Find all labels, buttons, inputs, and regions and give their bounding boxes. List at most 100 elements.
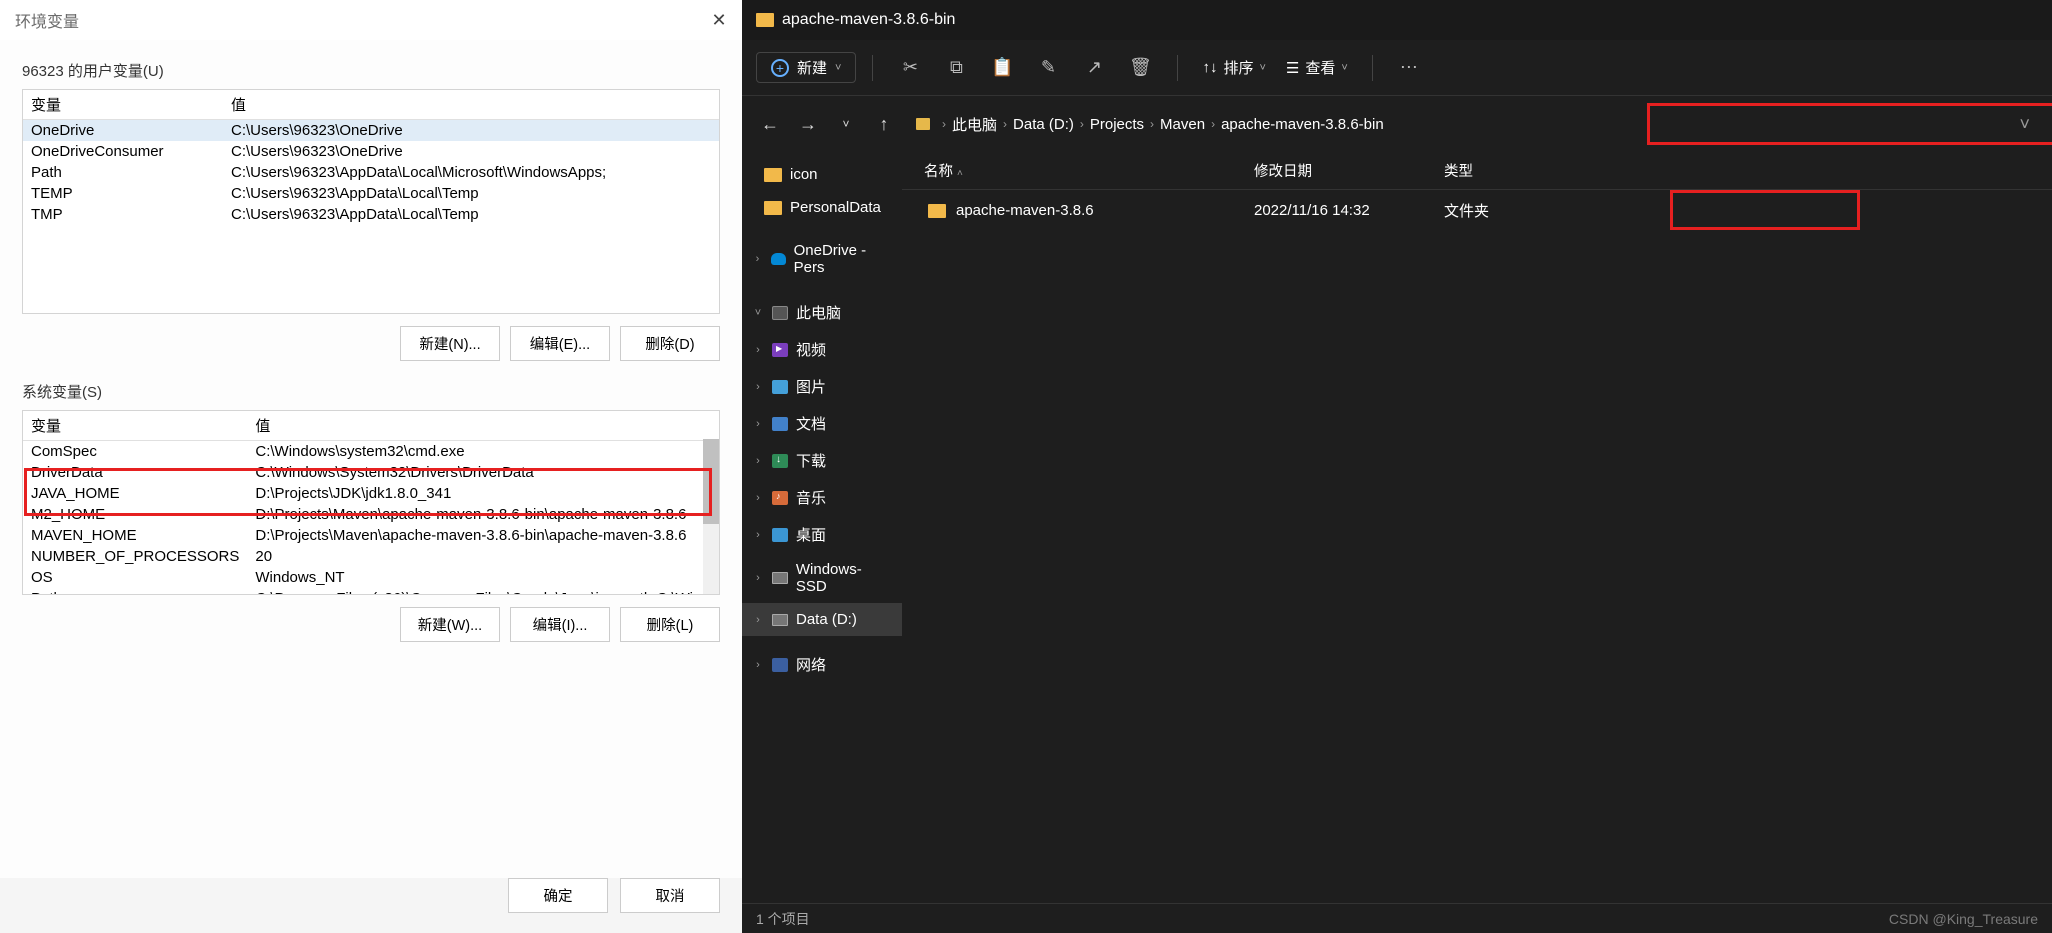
table-row[interactable]: DriverDataC:\Windows\System32\Drivers\Dr… [23, 462, 719, 483]
table-row[interactable]: OneDriveConsumerC:\Users\96323\OneDrive [23, 141, 719, 162]
col-header-date[interactable]: 修改日期 [1236, 160, 1426, 181]
edit-user-var-button[interactable]: 编辑(E)... [510, 326, 610, 361]
dialog-body: 96323 的用户变量(U) 变量 值 OneDriveC:\Users\963… [0, 40, 742, 878]
sidebar-item-thispc[interactable]: ˅此电脑 [742, 294, 902, 331]
sidebar-item-pictures[interactable]: ›图片 [742, 368, 902, 405]
table-row[interactable]: PathC:\Users\96323\AppData\Local\Microso… [23, 162, 719, 183]
breadcrumb-item[interactable]: Projects [1090, 116, 1144, 133]
status-bar: 1 个项目 [742, 903, 2052, 933]
table-row[interactable]: MAVEN_HOMED:\Projects\Maven\apache-maven… [23, 525, 719, 546]
sidebar-item-documents[interactable]: ›文档 [742, 405, 902, 442]
sidebar-item-network[interactable]: ›网络 [742, 646, 902, 683]
sidebar-item-downloads[interactable]: ›下载 [742, 442, 902, 479]
network-icon [772, 658, 788, 672]
window-title: apache-maven-3.8.6-bin [782, 11, 955, 29]
scrollbar-track[interactable] [703, 439, 719, 594]
up-icon[interactable]: ↑ [868, 108, 900, 140]
table-row[interactable]: TMPC:\Users\96323\AppData\Local\Temp [23, 204, 719, 225]
breadcrumb[interactable]: › 此电脑 › Data (D:) › Projects › Maven › a… [906, 106, 2040, 142]
delete-sys-var-button[interactable]: 删除(L) [620, 607, 720, 642]
col-header-name[interactable]: 变量 [23, 90, 223, 120]
system-variables-table[interactable]: 变量 值 ComSpecC:\Windows\system32\cmd.exe … [23, 411, 719, 595]
col-header-name[interactable]: 变量 [23, 411, 247, 441]
file-explorer: apache-maven-3.8.6-bin + 新建 ˅ ✂ ⧉ 📋 ✎ ↗ … [742, 0, 2052, 933]
sidebar-item-personaldata[interactable]: PersonalData [742, 191, 902, 224]
close-icon[interactable]: ✕ [696, 0, 742, 40]
chevron-down-icon: ˅ [1259, 62, 1265, 74]
sort-button[interactable]: ↑↓ 排序 ˅ [1194, 53, 1273, 82]
ok-button[interactable]: 确定 [508, 878, 608, 913]
explorer-navbar: ← → ˅ ↑ › 此电脑 › Data (D:) › Projects › M… [742, 96, 2052, 152]
new-button[interactable]: + 新建 ˅ [756, 52, 856, 83]
breadcrumb-item[interactable]: apache-maven-3.8.6-bin [1221, 116, 1384, 133]
sidebar-item-ssd[interactable]: ›Windows-SSD [742, 553, 902, 603]
edit-sys-var-button[interactable]: 编辑(I)... [510, 607, 610, 642]
new-sys-var-button[interactable]: 新建(W)... [400, 607, 500, 642]
system-variables-table-wrap: 变量 值 ComSpecC:\Windows\system32\cmd.exe … [22, 410, 720, 595]
sidebar-item-music[interactable]: ›音乐 [742, 479, 902, 516]
drive-icon [772, 614, 788, 626]
breadcrumb-item[interactable]: 此电脑 [952, 114, 997, 135]
file-list-header: 名称˄ 修改日期 类型 [902, 152, 2052, 190]
table-row[interactable]: ComSpecC:\Windows\system32\cmd.exe [23, 441, 719, 463]
divider [872, 55, 873, 81]
chevron-right-icon: › [1211, 117, 1215, 131]
pictures-icon [772, 380, 788, 394]
cancel-button[interactable]: 取消 [620, 878, 720, 913]
table-row[interactable]: M2_HOMED:\Projects\Maven\apache-maven-3.… [23, 504, 719, 525]
table-row[interactable]: JAVA_HOMED:\Projects\JDK\jdk1.8.0_341 [23, 483, 719, 504]
folder-icon [764, 201, 782, 215]
back-icon[interactable]: ← [754, 108, 786, 140]
system-buttons-row: 新建(W)... 编辑(I)... 删除(L) [22, 607, 720, 642]
dialog-footer: 确定 取消 [0, 878, 742, 933]
sidebar-item-data[interactable]: ›Data (D:) [742, 603, 902, 636]
view-icon: ☰ [1286, 59, 1299, 77]
copy-icon[interactable]: ⧉ [935, 50, 977, 86]
delete-user-var-button[interactable]: 删除(D) [620, 326, 720, 361]
new-user-var-button[interactable]: 新建(N)... [400, 326, 500, 361]
table-row[interactable]: NUMBER_OF_PROCESSORS20 [23, 546, 719, 567]
share-icon[interactable]: ↗ [1073, 50, 1115, 86]
system-variables-label: 系统变量(S) [22, 381, 720, 402]
rename-icon[interactable]: ✎ [1027, 50, 1069, 86]
download-icon [772, 454, 788, 468]
drive-icon [772, 572, 788, 584]
chevron-right-icon: › [752, 418, 764, 430]
user-variables-table[interactable]: 变量 值 OneDriveC:\Users\96323\OneDrive One… [23, 90, 719, 225]
scrollbar-thumb[interactable] [703, 439, 719, 524]
explorer-titlebar: apache-maven-3.8.6-bin [742, 0, 2052, 40]
dialog-titlebar: 环境变量 ✕ [0, 0, 742, 40]
file-row[interactable]: apache-maven-3.8.6 2022/11/16 14:32 文件夹 [902, 190, 2052, 231]
breadcrumb-item[interactable]: Data (D:) [1013, 116, 1074, 133]
view-button[interactable]: ☰ 查看 ˅ [1278, 53, 1356, 82]
table-row[interactable]: PathC:\Program Files (x86)\Common Files\… [23, 588, 719, 595]
sidebar-item-video[interactable]: ›视频 [742, 331, 902, 368]
sidebar-item-onedrive[interactable]: ›OneDrive - Pers [742, 234, 902, 284]
more-icon[interactable]: ⋯ [1389, 50, 1431, 86]
plus-icon: + [771, 59, 789, 77]
explorer-toolbar: + 新建 ˅ ✂ ⧉ 📋 ✎ ↗ 🗑 ↑↓ 排序 ˅ ☰ 查看 ˅ ⋯ [742, 40, 2052, 96]
video-icon [772, 343, 788, 357]
sidebar-item-desktop[interactable]: ›桌面 [742, 516, 902, 553]
table-row[interactable]: OSWindows_NT [23, 567, 719, 588]
cut-icon[interactable]: ✂ [889, 50, 931, 86]
dialog-title: 环境变量 [15, 8, 79, 32]
chevron-down-icon[interactable]: ˅ [2019, 114, 2030, 135]
forward-icon[interactable]: → [792, 108, 824, 140]
item-count: 1 个项目 [756, 909, 810, 929]
chevron-right-icon: › [1150, 117, 1154, 131]
sidebar-item-icon[interactable]: icon [742, 158, 902, 191]
chevron-right-icon: › [942, 117, 946, 131]
col-header-name[interactable]: 名称˄ [906, 160, 1236, 181]
paste-icon[interactable]: 📋 [981, 50, 1023, 86]
col-header-type[interactable]: 类型 [1426, 160, 2048, 181]
history-chevron-icon[interactable]: ˅ [830, 108, 862, 140]
table-row[interactable]: OneDriveC:\Users\96323\OneDrive [23, 120, 719, 142]
col-header-value[interactable]: 值 [223, 90, 719, 120]
table-row[interactable]: TEMPC:\Users\96323\AppData\Local\Temp [23, 183, 719, 204]
col-header-value[interactable]: 值 [247, 411, 719, 441]
chevron-right-icon: › [752, 659, 764, 671]
breadcrumb-item[interactable]: Maven [1160, 116, 1205, 133]
delete-icon[interactable]: 🗑 [1119, 50, 1161, 86]
chevron-right-icon: › [752, 381, 764, 393]
